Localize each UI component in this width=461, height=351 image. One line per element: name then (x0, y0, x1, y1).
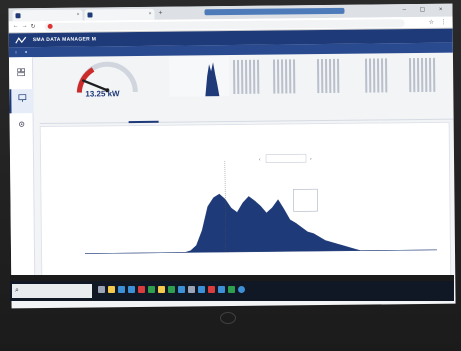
dashboard-icon (17, 68, 26, 77)
next-date-icon[interactable]: › (310, 156, 312, 162)
device-thumbnail-bars (232, 57, 436, 94)
close-tab-icon[interactable]: × (77, 12, 80, 18)
app-icon[interactable] (178, 286, 185, 293)
back-icon[interactable]: ← (13, 23, 19, 29)
menu-icon[interactable]: ⋮ (441, 19, 447, 26)
window-controls[interactable]: – ▢ × (403, 6, 449, 13)
app-icon[interactable] (228, 286, 235, 293)
edge-icon[interactable] (118, 286, 125, 293)
current-power-value: 13.25 kW (85, 89, 120, 99)
taskbar-search-input[interactable]: ⌕ (12, 284, 92, 298)
star-icon[interactable]: ☆ (429, 19, 434, 26)
device-thumbnail-strip (168, 56, 436, 97)
windows-taskbar: ⌕ (10, 281, 454, 301)
monitor-brand-logo (220, 312, 236, 324)
reload-icon[interactable]: ↻ (31, 23, 36, 30)
monitor-frame: × × + – ▢ × ← → ↻ ☆ ⋮ SMA DATA MANAGER M… (0, 0, 461, 351)
app-icon[interactable] (188, 286, 195, 293)
app-icon[interactable] (198, 286, 205, 293)
new-tab-icon[interactable]: + (158, 10, 162, 17)
location-icon: ● (24, 49, 28, 55)
device-thumbnail (168, 56, 230, 97)
chart-tooltip (293, 188, 318, 212)
sidebar (8, 57, 36, 284)
date-selector[interactable]: ‹ › (259, 153, 312, 163)
sidebar-item-monitoring[interactable] (9, 89, 34, 114)
file-explorer-icon[interactable] (108, 286, 115, 293)
app-icon[interactable] (218, 286, 225, 293)
forward-icon[interactable]: → (22, 23, 28, 29)
browser-tab-1[interactable]: × (12, 9, 83, 22)
tab-favicon (87, 12, 93, 18)
task-view-icon[interactable] (98, 286, 105, 293)
browser-tab-2[interactable]: × (84, 8, 155, 21)
gear-icon (19, 121, 25, 127)
power-chart: ‹ › (85, 153, 437, 254)
blue-overlay-bar (204, 7, 345, 16)
app-icon[interactable] (168, 286, 175, 293)
close-tab-icon[interactable]: × (149, 11, 152, 17)
area-fill (85, 193, 437, 254)
sidebar-item-dashboard[interactable] (9, 63, 33, 87)
insecure-indicator-icon (47, 23, 53, 29)
chart-period-tabs (39, 105, 454, 125)
app-icon[interactable] (158, 286, 165, 293)
app-icon[interactable] (138, 286, 145, 293)
screen: × × + – ▢ × ← → ↻ ☆ ⋮ SMA DATA MANAGER M… (8, 3, 456, 309)
tab-favicon (15, 13, 21, 19)
sidebar-item-configuration[interactable] (10, 115, 34, 139)
home-icon[interactable]: ⌂ (15, 49, 17, 54)
app-icon[interactable] (148, 286, 155, 293)
power-gauge (76, 61, 138, 93)
prev-date-icon[interactable]: ‹ (259, 157, 261, 163)
app-icon[interactable] (208, 286, 215, 293)
chrome-icon[interactable] (238, 286, 245, 293)
app-title: SMA DATA MANAGER M (32, 36, 97, 44)
area-series (85, 160, 437, 254)
sma-logo-icon (15, 36, 27, 44)
mail-icon[interactable] (128, 286, 135, 293)
search-icon: ⌕ (15, 287, 19, 294)
active-tab-indicator (128, 120, 159, 124)
monitor-icon (18, 94, 27, 102)
